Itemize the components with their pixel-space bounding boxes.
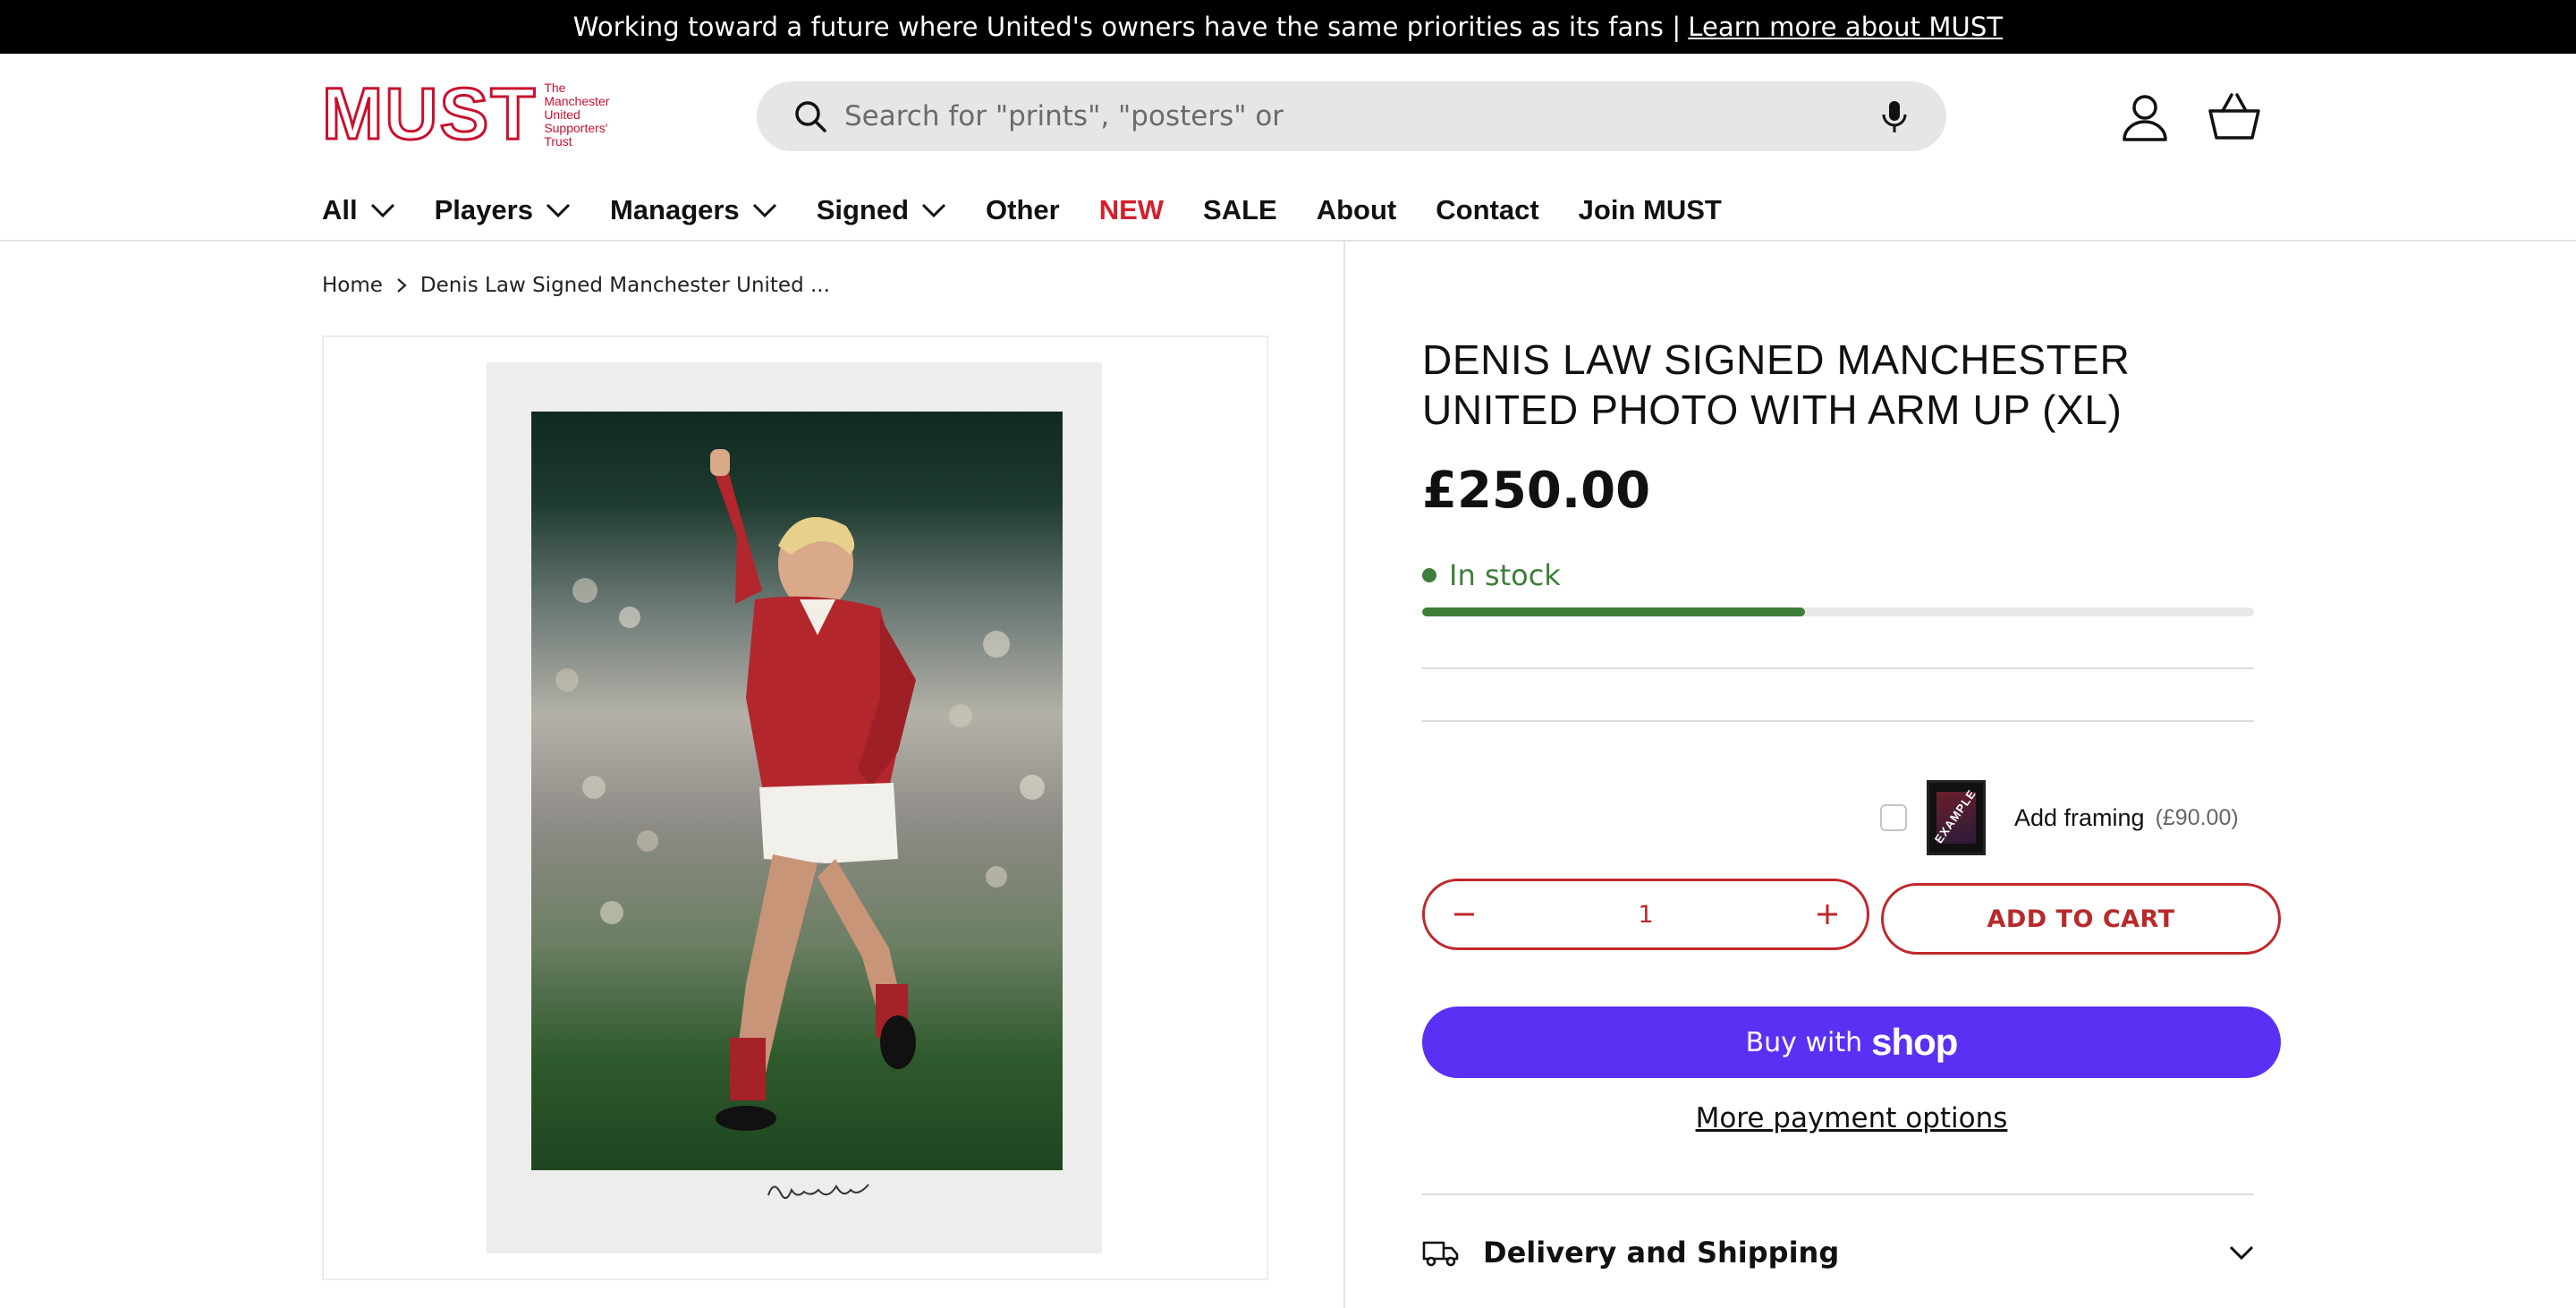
basket-icon: [2208, 93, 2260, 140]
logo-line: Manchester: [544, 93, 610, 108]
buy-with-label: Buy with: [1745, 1026, 1863, 1058]
logo-mark: MUST: [320, 73, 538, 155]
decrease-quantity-button[interactable]: [1448, 898, 1480, 930]
search-bar[interactable]: [757, 81, 1946, 151]
chevron-down-icon: [2229, 1245, 2254, 1261]
nav-label: Join MUST: [1578, 194, 1722, 225]
quantity-stepper[interactable]: 1: [1422, 879, 1869, 950]
framing-addon[interactable]: EXAMPLE Add framing (£90.00): [1880, 780, 2239, 855]
framing-price: (£90.00): [2155, 804, 2239, 830]
cart-button[interactable]: [2206, 88, 2263, 145]
nav-label: Players: [434, 194, 533, 225]
quantity-value[interactable]: 1: [1638, 901, 1653, 929]
plus-icon: [1818, 905, 1837, 924]
user-icon: [2123, 95, 2167, 141]
logo-subtitle: The Manchester United Supporters' Trust: [544, 81, 624, 149]
nav-label: Other: [986, 194, 1060, 225]
shop-logo: shop: [1871, 1021, 1958, 1063]
breadcrumb-home[interactable]: Home: [322, 274, 383, 297]
chevron-down-icon: [921, 203, 946, 218]
nav-item-join-must[interactable]: Join MUST: [1579, 194, 1722, 226]
nav-divider: [0, 240, 2576, 242]
nav-label: Contact: [1436, 194, 1539, 225]
nav-item-other[interactable]: Other: [986, 194, 1060, 226]
chevron-right-icon: [397, 278, 407, 293]
signature-mark: [767, 1184, 869, 1200]
logo-line: Supporters': [544, 120, 608, 135]
logo-line: United: [544, 106, 580, 122]
nav-label: SALE: [1203, 194, 1277, 225]
nav-item-players[interactable]: Players: [435, 194, 571, 226]
logo-line: The: [544, 80, 566, 95]
nav-item-signed[interactable]: Signed: [817, 194, 946, 226]
announcement-bar: Working toward a future where United's o…: [0, 0, 2576, 54]
chevron-down-icon: [546, 203, 571, 218]
nav-label: About: [1316, 194, 1397, 225]
chevron-down-icon: [370, 203, 394, 218]
divider: [1422, 1193, 2254, 1195]
nav-item-managers[interactable]: Managers: [610, 194, 777, 226]
logo-line: Trust: [544, 133, 572, 149]
delivery-accordion[interactable]: Delivery and Shipping: [1422, 1227, 2254, 1278]
stock-text: In stock: [1449, 558, 1561, 592]
minus-icon: [1454, 913, 1474, 916]
account-button[interactable]: [2116, 88, 2174, 145]
announcement-text: Working toward a future where United's o…: [572, 12, 1682, 42]
stock-status: In stock: [1422, 558, 1561, 592]
delivery-label: Delivery and Shipping: [1483, 1236, 1840, 1270]
stock-level-fill: [1422, 607, 1805, 616]
nav-item-sale[interactable]: SALE: [1203, 194, 1277, 226]
breadcrumb-current: Denis Law Signed Manchester United ...: [419, 274, 830, 297]
add-to-cart-button[interactable]: ADD TO CART: [1881, 883, 2281, 955]
nav-label: Managers: [609, 194, 740, 225]
nav-label: Signed: [816, 194, 910, 225]
divider: [1422, 667, 2254, 669]
nav-item-all[interactable]: All: [322, 194, 395, 226]
microphone-icon[interactable]: [1878, 98, 1911, 134]
product-title: DENIS LAW SIGNED MANCHESTER UNITED PHOTO…: [1422, 336, 2131, 433]
column-divider: [1343, 242, 1345, 1308]
divider: [1422, 720, 2254, 722]
breadcrumb: Home Denis Law Signed Manchester United …: [322, 274, 830, 297]
buy-with-shop-button[interactable]: Buy with shop: [1422, 1006, 2281, 1078]
player-photo: [555, 449, 1045, 1131]
nav-item-about[interactable]: About: [1317, 194, 1397, 226]
nav-item-contact[interactable]: Contact: [1436, 194, 1538, 226]
truck-icon: [1422, 1241, 1459, 1267]
search-icon[interactable]: [792, 98, 828, 134]
nav-item-new[interactable]: NEW: [1099, 194, 1164, 226]
nav-label: All: [322, 194, 358, 225]
framing-thumbnail: EXAMPLE: [1927, 780, 1986, 855]
framing-checkbox[interactable]: [1880, 804, 1907, 831]
site-logo[interactable]: MUST The Manchester United Supporters' T…: [320, 76, 624, 152]
announcement-link[interactable]: Learn more about MUST: [1688, 12, 2003, 42]
stock-dot: [1422, 568, 1436, 582]
product-price: £250.00: [1422, 462, 1651, 520]
framing-label: Add framing: [2014, 803, 2145, 831]
main-nav: All Players Managers Signed Other NEW SA…: [322, 188, 1761, 233]
product-image[interactable]: [531, 412, 1063, 1170]
stock-level-bar: [1422, 607, 2254, 616]
chevron-down-icon: [752, 203, 776, 218]
search-input[interactable]: [844, 100, 1860, 132]
nav-label: NEW: [1098, 194, 1165, 225]
increase-quantity-button[interactable]: [1811, 898, 1843, 930]
more-payment-options-link[interactable]: More payment options: [1422, 1102, 2281, 1134]
